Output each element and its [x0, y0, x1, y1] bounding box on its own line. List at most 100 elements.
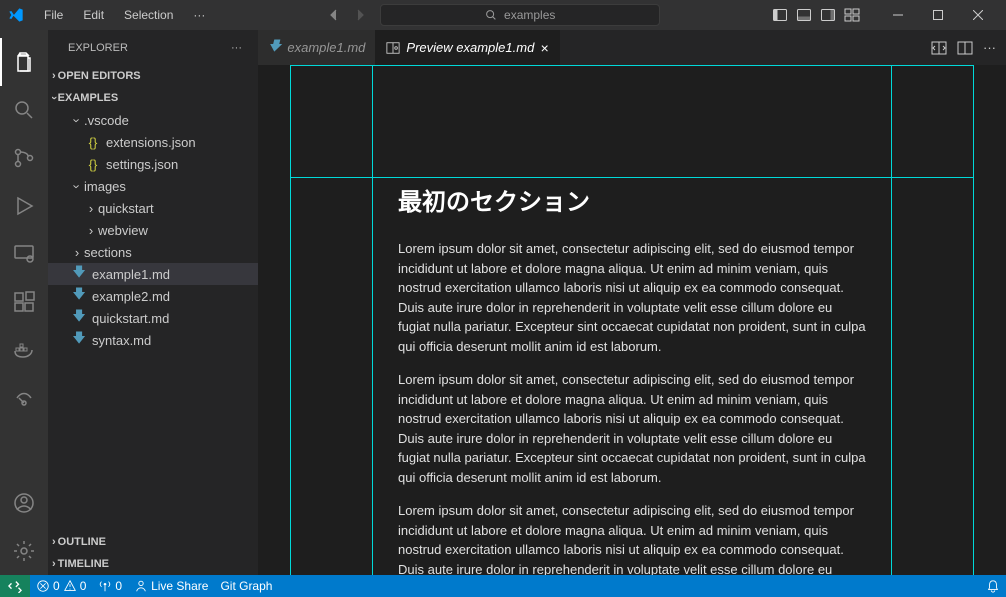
titlebar-right	[772, 0, 998, 30]
markdown-icon: 🡇	[70, 307, 88, 329]
error-icon	[36, 579, 50, 593]
tree-file-example1[interactable]: 🡇 example1.md	[48, 263, 258, 285]
tree-label: example2.md	[92, 289, 170, 304]
sidebar-more-icon[interactable]: ···	[231, 42, 242, 54]
toggle-sidebar-right-icon[interactable]	[820, 7, 836, 23]
tree-folder-vscode[interactable]: ›.vscode	[48, 109, 258, 131]
minimize-button[interactable]	[878, 0, 918, 30]
chevron-right-icon: ›	[52, 558, 56, 570]
json-icon: {}	[84, 157, 102, 172]
section-open-editors[interactable]: › OPEN EDITORS	[48, 65, 258, 87]
chevron-right-icon: ›	[70, 245, 84, 260]
tree-label: webview	[98, 223, 148, 238]
tree-label: example1.md	[92, 267, 170, 282]
activity-docker[interactable]	[0, 326, 48, 374]
tab-label: example1.md	[287, 40, 365, 55]
preview-pane: 最初のセクション Lorem ipsum dolor sit amet, con…	[258, 65, 1006, 575]
tree-folder-sections[interactable]: ›sections	[48, 241, 258, 263]
tab-preview[interactable]: Preview example1.md ×	[376, 30, 559, 65]
section-folder[interactable]: › EXAMPLES	[48, 87, 258, 109]
markdown-icon: 🡇	[70, 263, 88, 285]
preview-paragraph: Lorem ipsum dolor sit amet, consectetur …	[398, 239, 866, 356]
status-problems[interactable]: 0 0	[30, 579, 92, 593]
activity-remote-explorer[interactable]	[0, 230, 48, 278]
nav-back-icon[interactable]	[326, 7, 342, 23]
liveshare-icon	[134, 579, 148, 593]
tab-actions: ···	[921, 30, 1006, 65]
show-source-icon[interactable]	[931, 40, 947, 56]
tree-label: settings.json	[106, 157, 178, 172]
customize-layout-icon[interactable]	[844, 7, 860, 23]
tree-label: extensions.json	[106, 135, 196, 150]
tree-file-syntax[interactable]: 🡇syntax.md	[48, 329, 258, 351]
tree-label: syntax.md	[92, 333, 151, 348]
tab-example1[interactable]: 🡇 example1.md	[258, 30, 376, 65]
close-icon[interactable]: ×	[540, 40, 548, 56]
activity-source-control[interactable]	[0, 134, 48, 182]
ports-count: 0	[115, 579, 122, 593]
tree-file-example2[interactable]: 🡇 example2.md	[48, 285, 258, 307]
outline-label: OUTLINE	[58, 536, 106, 548]
remote-icon	[8, 579, 22, 593]
chevron-down-icon: ›	[70, 179, 85, 193]
sidebar-header: EXPLORER ···	[48, 30, 258, 65]
preview-paragraph: Lorem ipsum dolor sit amet, consectetur …	[398, 370, 866, 487]
activity-search[interactable]	[0, 86, 48, 134]
tree-folder-images[interactable]: ›images	[48, 175, 258, 197]
chevron-right-icon: ›	[84, 223, 98, 238]
warning-count: 0	[80, 579, 87, 593]
command-center[interactable]: examples	[380, 4, 660, 26]
nav-forward-icon[interactable]	[352, 7, 368, 23]
activity-extensions[interactable]	[0, 278, 48, 326]
menu-selection[interactable]: Selection	[116, 4, 181, 26]
status-ports[interactable]: 0	[92, 579, 128, 593]
tabs: 🡇 example1.md Preview example1.md × ···	[258, 30, 1006, 65]
activity-settings[interactable]	[0, 527, 48, 575]
markdown-icon: 🡇	[70, 285, 88, 307]
status-liveshare[interactable]: Live Share	[128, 579, 214, 593]
file-tree: ›.vscode {}extensions.json {}settings.js…	[48, 109, 258, 531]
activity-bar	[0, 30, 48, 575]
activity-gitlens[interactable]	[0, 374, 48, 422]
toggle-panel-icon[interactable]	[796, 7, 812, 23]
tree-folder-quickstart[interactable]: ›quickstart	[48, 197, 258, 219]
titlebar-left: File Edit Selection ···	[8, 4, 213, 26]
chevron-right-icon: ›	[84, 201, 98, 216]
sidebar: EXPLORER ··· › OPEN EDITORS › EXAMPLES ›…	[48, 30, 258, 575]
bell-icon	[986, 579, 1000, 593]
tree-file-extensions[interactable]: {}extensions.json	[48, 131, 258, 153]
menu-more[interactable]: ···	[185, 4, 213, 26]
maximize-button[interactable]	[918, 0, 958, 30]
markdown-icon: 🡇	[268, 37, 281, 59]
split-editor-icon[interactable]	[957, 40, 973, 56]
tree-file-settings[interactable]: {} settings.json	[48, 153, 258, 175]
menu-edit[interactable]: Edit	[75, 4, 112, 26]
status-remote[interactable]	[0, 575, 30, 597]
close-button[interactable]	[958, 0, 998, 30]
activity-run-debug[interactable]	[0, 182, 48, 230]
activity-accounts[interactable]	[0, 479, 48, 527]
tree-folder-webview[interactable]: ›webview	[48, 219, 258, 241]
preview-paragraph: Lorem ipsum dolor sit amet, consectetur …	[398, 501, 866, 575]
tree-file-quickstart[interactable]: 🡇quickstart.md	[48, 307, 258, 329]
folder-label: EXAMPLES	[58, 92, 119, 104]
tree-label: sections	[84, 245, 132, 260]
vscode-icon	[8, 7, 24, 23]
toggle-sidebar-left-icon[interactable]	[772, 7, 788, 23]
chevron-right-icon: ›	[52, 70, 56, 82]
search-text: examples	[504, 8, 555, 22]
status-gitgraph[interactable]: Git Graph	[214, 579, 278, 593]
tree-label: quickstart	[98, 201, 154, 216]
tab-more-icon[interactable]: ···	[983, 40, 996, 55]
error-count: 0	[53, 579, 60, 593]
main: EXPLORER ··· › OPEN EDITORS › EXAMPLES ›…	[0, 30, 1006, 575]
section-timeline[interactable]: › TIMELINE	[48, 553, 258, 575]
open-editors-label: OPEN EDITORS	[58, 70, 141, 82]
activity-explorer[interactable]	[0, 38, 48, 86]
tree-label: .vscode	[84, 113, 129, 128]
radio-tower-icon	[98, 579, 112, 593]
chevron-down-icon: ›	[70, 113, 85, 127]
menu-file[interactable]: File	[36, 4, 71, 26]
section-outline[interactable]: › OUTLINE	[48, 531, 258, 553]
status-notifications[interactable]	[980, 579, 1006, 593]
